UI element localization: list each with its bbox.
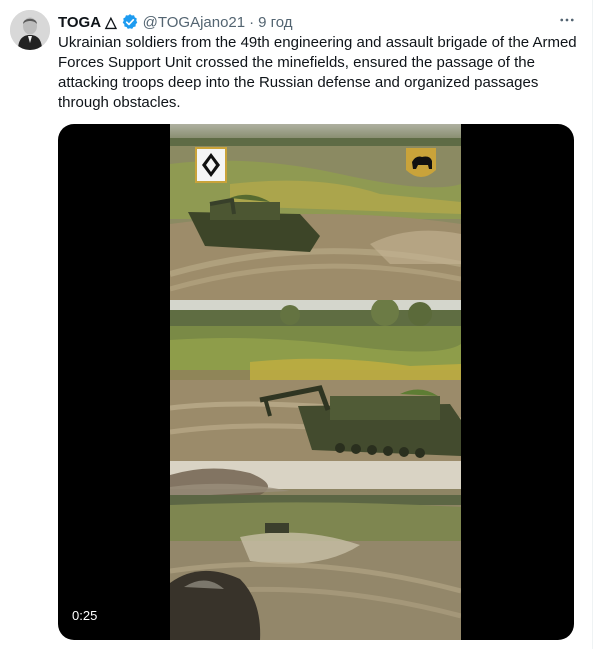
video-frame-bottom [170, 461, 461, 640]
brigade-emblem-left [195, 147, 227, 183]
separator-dot: · [249, 13, 255, 31]
video-frame-top [170, 124, 461, 300]
more-options-icon[interactable] [555, 8, 579, 32]
video-player[interactable]: 0:25 [58, 124, 574, 640]
avatar[interactable] [10, 10, 50, 50]
timeline-divider [592, 0, 593, 649]
avatar-image [10, 10, 50, 50]
verified-badge-icon [121, 13, 139, 31]
tweet-header: TOGA △ @TOGAjano21 · 9 год [58, 12, 293, 32]
tweet-text: Ukrainian soldiers from the 49th enginee… [58, 34, 577, 111]
video-frame-middle [170, 300, 461, 461]
author-name[interactable]: TOGA [58, 14, 101, 31]
unit-emblem-right [406, 148, 436, 177]
author-handle[interactable]: @TOGAjano21 [143, 14, 246, 31]
timestamp[interactable]: 9 год [258, 14, 292, 31]
author-name-symbol[interactable]: △ [105, 13, 117, 31]
video-duration-badge: 0:25 [66, 606, 104, 625]
